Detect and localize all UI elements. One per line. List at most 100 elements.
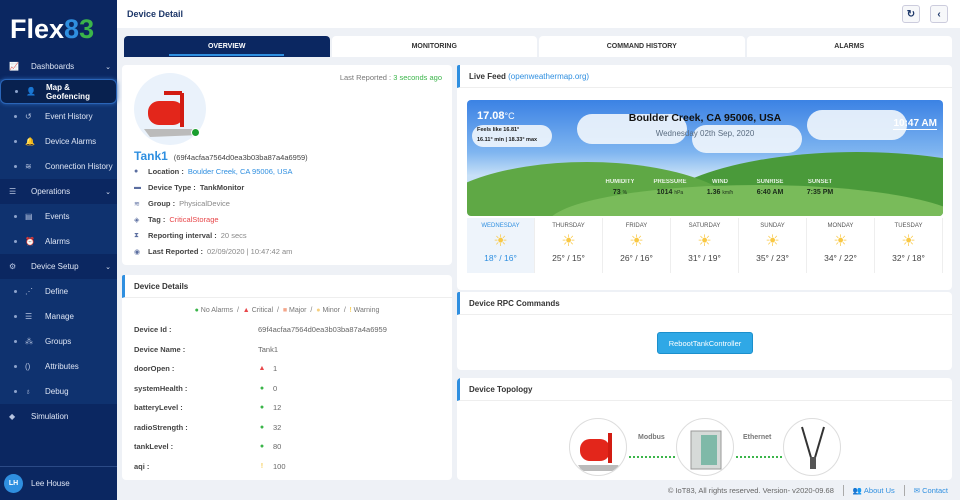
alarm-icon: ⏰ [25,237,35,246]
forecast-day[interactable]: SUNDAY ☀ 35° / 23° [739,218,807,273]
sidebar-item-events[interactable]: ▤ Events [0,204,117,229]
device-name: Tank1 (69f4acfaa7564d0ea3b03ba87a4a6959) [134,149,308,163]
flex83-logo: Flex83 [10,14,95,44]
check-circle-icon: ● [259,443,265,450]
location-link[interactable]: Boulder Creek, CA 95006, USA [188,167,293,176]
sidebar-section-operations[interactable]: ☰ Operations ⌄ [0,179,117,204]
card-title: Device Details [122,275,452,298]
warning-triangle-icon: ▲ [258,365,266,372]
last-reported-ago: Last Reported : 3 seconds ago [339,73,442,82]
sidebar-item-map-geofencing[interactable]: 👤 Map & Geofencing [0,79,117,104]
ethernet-label: Ethernet [743,434,772,441]
sidebar-nav: 📈 Dashboards ⌄ 👤 Map & Geofencing ↺ Event Hist… [0,54,117,429]
chevron-down-icon: ⌄ [105,63,111,71]
sidebar-item-define[interactable]: ⋰ Define [0,279,117,304]
contact-link[interactable]: ✉ Contact [914,486,948,495]
sidebar-section-simulation[interactable]: ◆ Simulation [0,404,117,429]
gears-icon: ⚙ [9,262,17,271]
weather-stat-sunrise: SUNRISE 6:40 AM [756,179,784,196]
monitor-icon: ▬ [134,184,141,191]
back-button[interactable]: ‹ [930,5,948,23]
user-profile[interactable]: LH Lee House [0,466,117,500]
rpc-card: Device RPC Commands RebootTankController [457,292,952,370]
user-name: Lee House [31,479,70,488]
warning-triangle-icon: ▲ [242,307,250,314]
sidebar-section-dashboards[interactable]: 📈 Dashboards ⌄ [0,54,117,79]
device-type-row: ▬ Device Type : TankMonitor [134,183,245,192]
sun-icon: ☀ [493,233,508,250]
exclamation-icon: ! [261,462,263,470]
detail-row: Device Id :69f4acfaa7564d0ea3b03ba87a4a6… [134,325,387,334]
refresh-icon: ↻ [906,8,916,20]
topology-card: Device Topology Modbus Ethernet [457,378,952,480]
group-row: ≋ Group : PhysicalDevice [134,199,230,208]
tab-bar: OVERVIEW MONITORING COMMAND HISTORY ALAR… [124,36,952,57]
sidebar: Flex83 📈 Dashboards ⌄ 👤 Map & Geofencing ↺ Eve… [0,0,117,500]
sidebar-item-alarms[interactable]: ⏰ Alarms [0,229,117,254]
forecast-day[interactable]: FRIDAY ☀ 26° / 16° [603,218,671,273]
forecast-day[interactable]: WEDNESDAY ☀ 18° / 16° [467,218,535,273]
sidebar-item-attributes[interactable]: () Attributes [0,354,117,379]
about-us-link[interactable]: 👥 About Us [853,486,895,495]
tab-alarms[interactable]: ALARMS [746,36,952,57]
tab-command-history[interactable]: COMMAND HISTORY [539,36,745,57]
weather-date: Wednesday 02th Sep, 2020 [655,129,755,138]
gateway-node[interactable] [783,418,841,476]
last-reported-row: ◉ Last Reported :02/09/2020 | 10:47:42 am [134,247,293,256]
chart-icon: 📈 [9,62,19,71]
card-title: Device RPC Commands [457,292,952,315]
chevron-down-icon: ⌄ [105,188,111,196]
forecast-day[interactable]: THURSDAY ☀ 25° / 15° [535,218,603,273]
cube-icon: ◆ [9,412,16,421]
tab-overview[interactable]: OVERVIEW [124,36,330,57]
list-icon: ☰ [25,312,33,321]
sidebar-item-event-history[interactable]: ↺ Event History [0,104,117,129]
modbus-link [629,456,675,458]
sidebar-item-connection-history[interactable]: ≋ Connection History [0,154,117,179]
footer: © IoT83, All rights reserved. Version- v… [117,480,960,500]
forecast-strip: WEDNESDAY ☀ 18° / 16° THURSDAY ☀ 25° / 15° FRI… [467,218,943,273]
sidebar-item-manage[interactable]: ☰ Manage [0,304,117,329]
stethoscope-icon: ♁ [25,387,31,396]
live-feed-card: Live Feed (openweathermap.org) 17.08°C F… [457,65,952,290]
nodes-icon: ⋰ [25,287,33,296]
braces-icon: () [25,362,31,371]
exclamation-icon: ! [349,307,352,314]
controller-node[interactable] [676,418,734,476]
detail-row: radioStrength : ● 32 [134,422,282,432]
avatar: LH [4,474,23,493]
modbus-label: Modbus [638,434,665,441]
sun-icon: ☀ [697,233,712,250]
detail-row: systemHealth : ● 0 [134,383,278,393]
sidebar-item-groups[interactable]: ⁂ Groups [0,329,117,354]
history-icon: ↺ [25,112,32,121]
weather-stat-pressure: PRESSURE 1014 hPa [653,179,687,196]
forecast-day[interactable]: MONDAY ☀ 34° / 22° [807,218,875,273]
chevron-left-icon: ‹ [937,8,941,20]
sidebar-item-device-alarms[interactable]: 🔔 Device Alarms [0,129,117,154]
weather-stat-humidity: HUMIDITY 73 % [605,179,635,196]
users-icon: 👥 [852,485,863,495]
chevron-down-icon: ⌄ [105,263,111,271]
check-circle-icon: ● [259,404,265,411]
forecast-day[interactable]: TUESDAY ☀ 32° / 18° [875,218,943,273]
detail-row: batteryLevel : ● 12 [134,403,282,412]
weather-source-link[interactable]: (openweathermap.org) [508,72,589,81]
hourglass-icon: ⧗ [134,231,139,239]
sun-icon: ☀ [561,233,576,250]
refresh-button[interactable]: ↻ [902,5,920,23]
sun-icon: ☀ [901,233,916,250]
envelope-icon: ✉ [913,485,921,495]
sidebar-item-debug[interactable]: ♁ Debug [0,379,117,404]
weather-banner: 17.08°C Feels like 16.81° 16.11° min | 1… [467,100,943,216]
minor-circle-icon: ● [316,307,321,314]
sidebar-section-device-setup[interactable]: ⚙ Device Setup ⌄ [0,254,117,279]
card-title: Device Topology [457,378,952,401]
forecast-day[interactable]: SATURDAY ☀ 31° / 19° [671,218,739,273]
reboot-tank-controller-button[interactable]: RebootTankController [657,332,753,354]
tab-monitoring[interactable]: MONITORING [331,36,537,57]
check-circle-icon: ● [259,384,265,392]
tank-node[interactable] [569,418,627,476]
weather-stat-sunset: SUNSET 7:35 PM [806,179,834,196]
sun-icon: ☀ [629,233,644,250]
